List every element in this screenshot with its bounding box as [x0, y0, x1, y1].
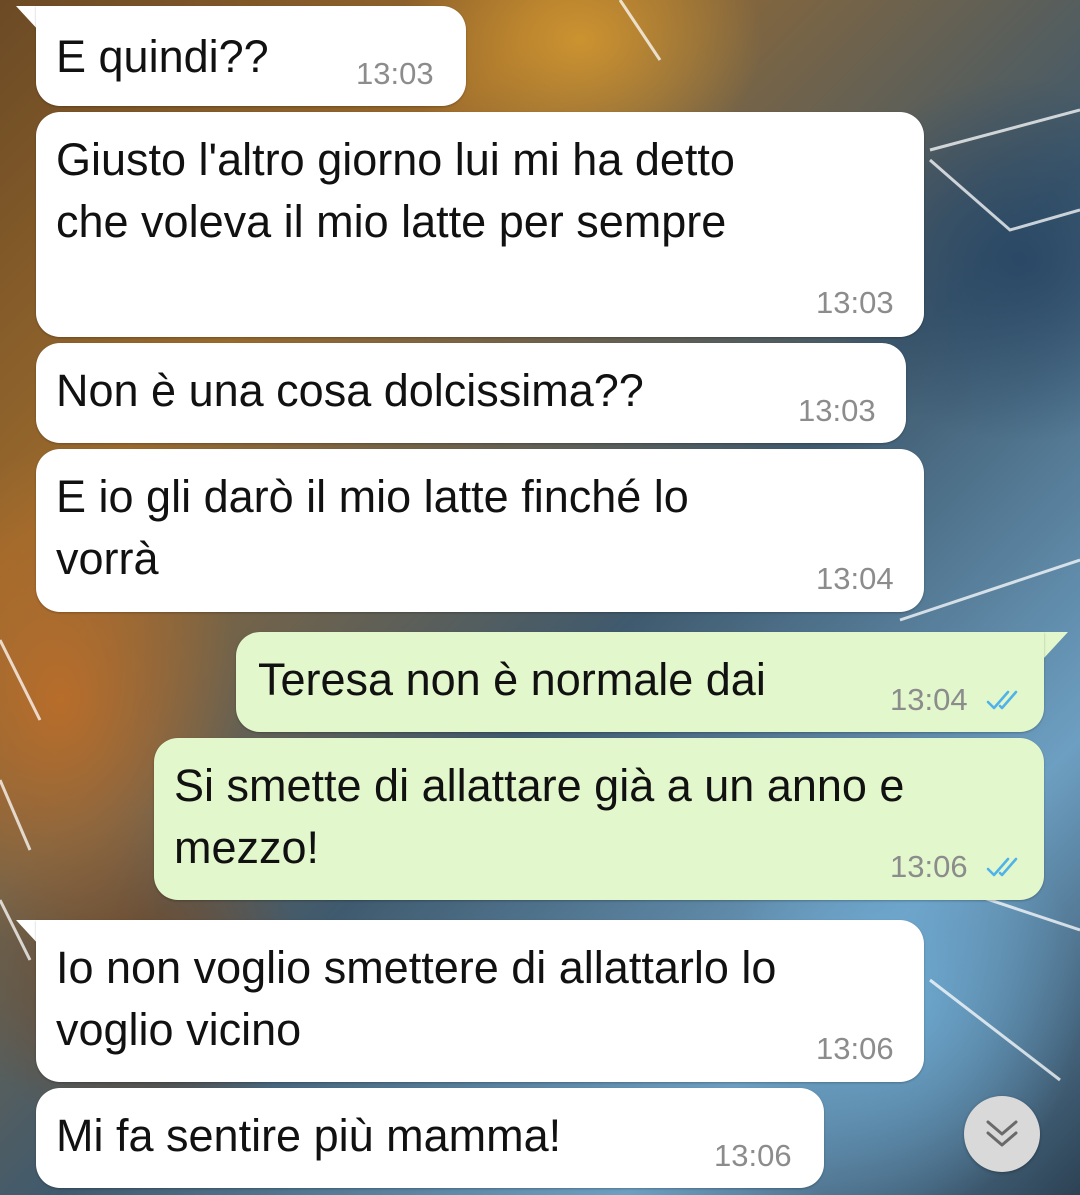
message-text: E quindi?? [56, 31, 269, 82]
message-bubble-incoming[interactable]: Io non voglio smettere di allattarlo lo … [36, 920, 924, 1082]
message-time: 13:03 [816, 285, 894, 320]
message-bubble-incoming[interactable]: Mi fa sentire più mamma! 13:06 [36, 1088, 824, 1188]
message-text-line-1: Giusto l'altro giorno lui mi ha detto [56, 134, 735, 185]
message-text-line-1: Si smette di allattare già a un anno e [174, 760, 905, 811]
message-text: Non è una cosa dolcissima?? [56, 365, 644, 416]
double-chevron-down-icon [986, 1120, 1018, 1147]
message-time: 13:04 [890, 682, 968, 717]
scroll-to-bottom-button[interactable] [964, 1096, 1040, 1172]
message-time: 13:06 [714, 1138, 792, 1173]
message-bubble-outgoing[interactable]: Teresa non è normale dai 13:04 [236, 632, 1044, 732]
message-text-line-2: voglio vicino [56, 1004, 302, 1055]
message-text-line-2: mezzo! [174, 822, 320, 873]
message-text: Teresa non è normale dai [258, 654, 766, 705]
double-check-icon [986, 857, 1018, 877]
message-text-line-1: E io gli darò il mio latte finché lo [56, 471, 689, 522]
message-time: 13:04 [816, 561, 894, 596]
message-bubble-outgoing[interactable]: Si smette di allattare già a un anno e m… [154, 738, 1044, 900]
message-time: 13:06 [890, 849, 968, 884]
message-text: Mi fa sentire più mamma! [56, 1110, 562, 1161]
message-bubble-incoming[interactable]: Giusto l'altro giorno lui mi ha detto ch… [36, 112, 924, 337]
message-bubble-incoming[interactable]: E io gli darò il mio latte finché lo vor… [36, 449, 924, 612]
message-bubble-incoming[interactable]: Non è una cosa dolcissima?? 13:03 [36, 343, 906, 443]
message-time: 13:03 [798, 393, 876, 428]
message-text-line-2: vorrà [56, 533, 159, 584]
message-text-line-2: che voleva il mio latte per sempre [56, 196, 727, 247]
double-check-icon [986, 690, 1018, 710]
message-bubble-incoming[interactable]: E quindi?? 13:03 [36, 6, 466, 106]
bubble-tail [1044, 632, 1068, 658]
message-time: 13:06 [816, 1031, 894, 1066]
message-time: 13:03 [356, 56, 434, 91]
message-text-line-1: Io non voglio smettere di allattarlo lo [56, 942, 777, 993]
